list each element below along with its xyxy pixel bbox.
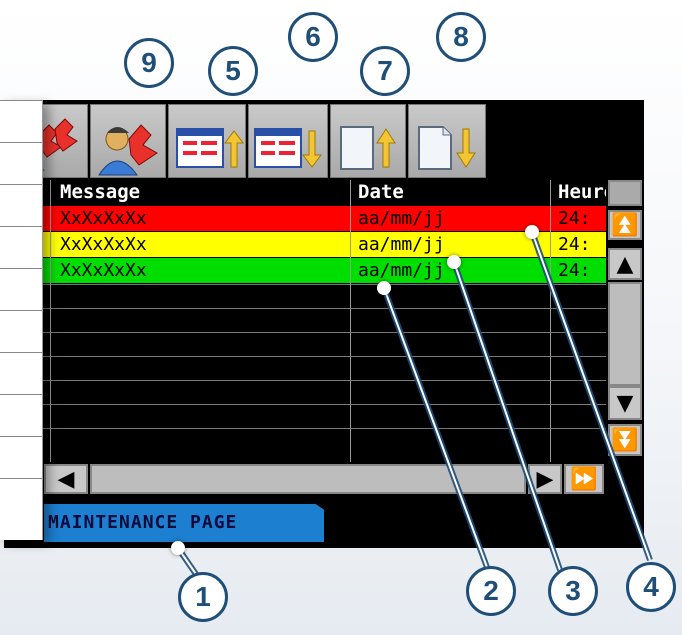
callout-6: 6 xyxy=(288,12,338,62)
callout-anchor-dot xyxy=(377,281,391,295)
callout-3: 3 xyxy=(548,566,598,616)
callout-4: 4 xyxy=(626,562,676,612)
callout-8: 8 xyxy=(436,12,486,62)
callout-1: 1 xyxy=(178,572,228,622)
callout-2: 2 xyxy=(466,566,516,616)
callout-anchor-dot xyxy=(171,541,185,555)
callout-5: 5 xyxy=(208,46,258,96)
callout-9: 9 xyxy=(124,38,174,88)
callout-7: 7 xyxy=(360,46,410,96)
callout-anchor-dot xyxy=(525,225,539,239)
callout-leader-lines xyxy=(175,230,653,582)
callout-anchor-dot xyxy=(447,255,461,269)
